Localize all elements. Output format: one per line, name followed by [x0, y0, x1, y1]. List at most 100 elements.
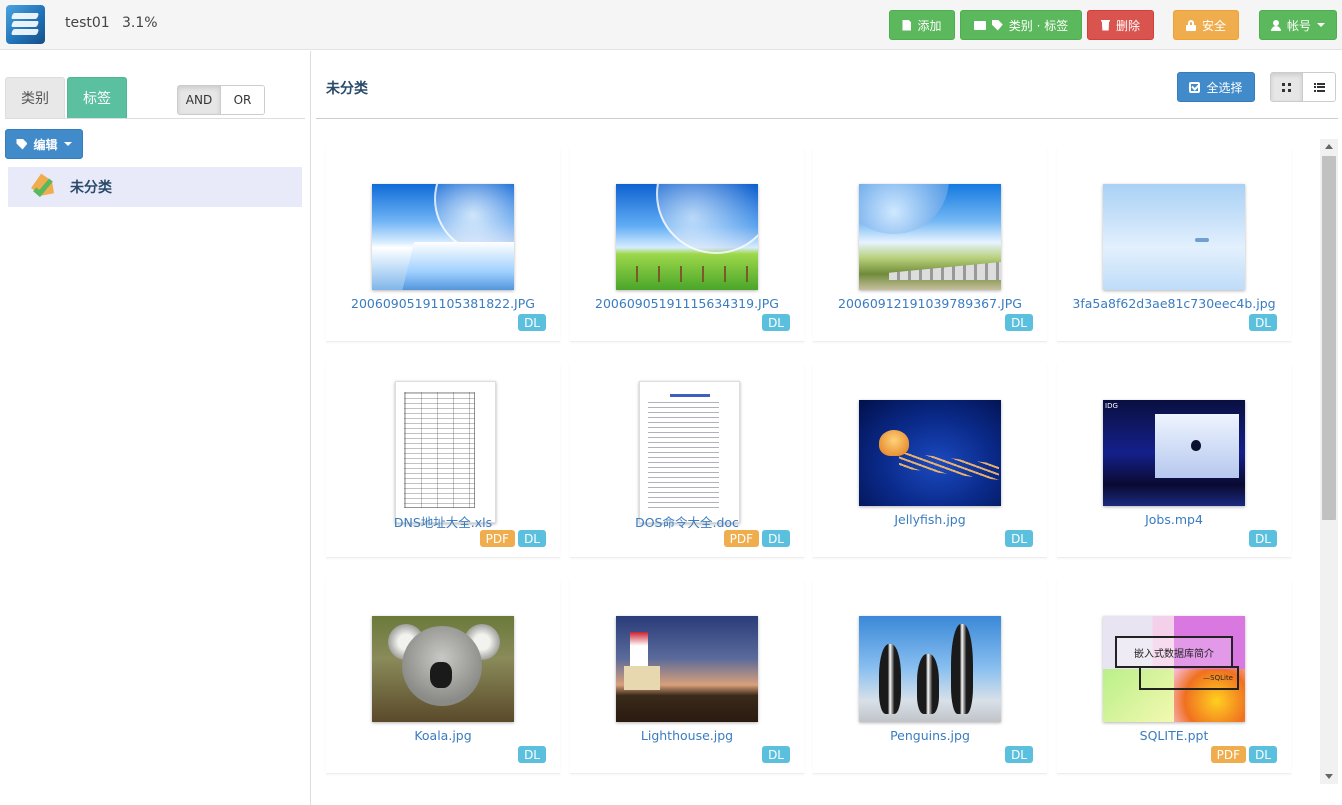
file-thumbnail[interactable] — [1103, 184, 1245, 290]
pdf-badge[interactable]: PDF — [479, 530, 516, 547]
trash-icon — [1100, 19, 1110, 31]
and-button[interactable]: AND — [178, 86, 221, 114]
download-badge[interactable]: DL — [1249, 746, 1277, 763]
add-button-label: 添加 — [917, 18, 942, 33]
download-badge[interactable]: DL — [1249, 314, 1277, 331]
thumb-logo-text: IDG — [1105, 402, 1118, 410]
category-tag-button-label: 类别 · 标签 — [1008, 18, 1069, 33]
file-name[interactable]: 20060912191039789367.JPG — [813, 296, 1047, 311]
file-thumbnail[interactable] — [639, 381, 740, 523]
tab-tag[interactable]: 标签 — [67, 77, 127, 119]
file-thumbnail[interactable] — [372, 184, 514, 290]
view-toggle — [1270, 72, 1336, 102]
storage-usage: 3.1% — [122, 15, 158, 31]
file-thumbnail[interactable] — [616, 184, 758, 290]
username: test01 — [65, 15, 110, 31]
file-name[interactable]: DOS命令大全.doc — [570, 512, 804, 531]
select-all-button[interactable]: 全选择 — [1177, 72, 1255, 102]
file-card[interactable]: IDG Jobs.mp4 DL — [1057, 362, 1291, 558]
folder-icon — [973, 20, 986, 30]
user-icon — [1270, 19, 1281, 31]
file-thumbnail[interactable] — [859, 616, 1001, 722]
file-card[interactable]: Koala.jpg DL — [326, 578, 560, 774]
security-button[interactable]: 安全 — [1173, 10, 1239, 40]
file-name[interactable]: SQLITE.ppt — [1057, 728, 1291, 743]
thumb-subtitle-text: —SQLite — [1139, 666, 1239, 690]
file-card[interactable]: 20060905191105381822.JPG DL — [326, 146, 560, 342]
scrollbar-thumb[interactable] — [1322, 156, 1336, 520]
file-card[interactable]: DOS命令大全.doc PDF DL — [570, 362, 804, 558]
pdf-badge[interactable]: PDF — [723, 530, 760, 547]
tag-icon — [991, 19, 1003, 31]
main-panel: 未分类 全选择 20060905191105381822.JPG DL 2006… — [312, 51, 1342, 805]
download-badge[interactable]: DL — [1005, 314, 1033, 331]
list-view-icon — [1313, 82, 1325, 92]
file-thumbnail[interactable] — [859, 184, 1001, 290]
grid-view-icon — [1282, 82, 1291, 92]
file-name[interactable]: DNS地址大全.xls — [326, 512, 560, 531]
file-name[interactable]: 20060905191115634319.JPG — [570, 296, 804, 311]
logic-toggle: AND OR — [177, 85, 265, 115]
file-name[interactable]: Jobs.mp4 — [1057, 512, 1291, 527]
app-logo-icon[interactable] — [6, 5, 45, 44]
download-badge[interactable]: DL — [762, 314, 790, 331]
account-button-label: 帐号 — [1286, 18, 1311, 33]
file-thumbnail[interactable] — [395, 381, 496, 523]
file-name[interactable]: Jellyfish.jpg — [813, 512, 1047, 527]
tag-icon — [16, 138, 28, 150]
file-name[interactable]: 3fa5a8f62d3ae81c730eec4b.jpg — [1057, 296, 1291, 311]
checkbox-icon — [1189, 81, 1201, 93]
delete-button[interactable]: 删除 — [1087, 10, 1154, 40]
download-badge[interactable]: DL — [762, 746, 790, 763]
list-view-button[interactable] — [1303, 73, 1335, 101]
download-badge[interactable]: DL — [518, 314, 546, 331]
download-badge[interactable]: DL — [1005, 530, 1033, 547]
file-name[interactable]: Lighthouse.jpg — [570, 728, 804, 743]
or-button[interactable]: OR — [221, 86, 264, 114]
file-card[interactable]: Lighthouse.jpg DL — [570, 578, 804, 774]
file-thumbnail[interactable] — [859, 400, 1001, 506]
file-card[interactable]: 嵌入式数据库简介 —SQLite SQLITE.ppt PDF DL — [1057, 578, 1291, 774]
file-thumbnail[interactable]: 嵌入式数据库简介 —SQLite — [1103, 616, 1245, 722]
download-badge[interactable]: DL — [1005, 746, 1033, 763]
security-button-label: 安全 — [1201, 18, 1226, 33]
file-card[interactable]: DNS地址大全.xls PDF DL — [326, 362, 560, 558]
tree-item-uncategorized[interactable]: 未分类 — [8, 167, 302, 207]
download-badge[interactable]: DL — [518, 746, 546, 763]
file-card[interactable]: Penguins.jpg DL — [813, 578, 1047, 774]
tree-item-label: 未分类 — [70, 180, 112, 196]
scroll-down-arrow-icon[interactable] — [1325, 774, 1333, 779]
divider — [316, 118, 1338, 119]
file-icon — [902, 19, 912, 31]
file-card[interactable]: 20060912191039789367.JPG DL — [813, 146, 1047, 342]
download-badge[interactable]: DL — [762, 530, 790, 547]
file-name[interactable]: Koala.jpg — [326, 728, 560, 743]
tab-category[interactable]: 类别 — [5, 77, 65, 119]
delete-button-label: 删除 — [1115, 18, 1140, 33]
edit-dropdown-button[interactable]: 编辑 — [5, 129, 83, 159]
vertical-scrollbar[interactable] — [1320, 139, 1338, 784]
download-badge[interactable]: DL — [518, 530, 546, 547]
tag-check-icon — [34, 174, 64, 200]
top-bar: test01 3.1% 添加 类别 · 标签 删除 安全 帐号 — [0, 0, 1342, 50]
apple-logo-icon — [1191, 440, 1201, 451]
file-thumbnail[interactable]: IDG — [1103, 400, 1245, 506]
select-all-label: 全选择 — [1206, 80, 1243, 95]
file-card[interactable]: 3fa5a8f62d3ae81c730eec4b.jpg DL — [1057, 146, 1291, 342]
download-badge[interactable]: DL — [1249, 530, 1277, 547]
file-card[interactable]: Jellyfish.jpg DL — [813, 362, 1047, 558]
pdf-badge[interactable]: PDF — [1210, 746, 1247, 763]
file-thumbnail[interactable] — [616, 616, 758, 722]
sidebar: 类别 标签 AND OR 编辑 未分类 — [0, 51, 311, 805]
file-name[interactable]: Penguins.jpg — [813, 728, 1047, 743]
add-button[interactable]: 添加 — [889, 10, 955, 40]
file-thumbnail[interactable] — [372, 616, 514, 722]
scroll-up-arrow-icon[interactable] — [1325, 144, 1333, 149]
category-tag-button[interactable]: 类别 · 标签 — [960, 10, 1082, 40]
caret-down-icon — [63, 142, 72, 146]
file-name[interactable]: 20060905191105381822.JPG — [326, 296, 560, 311]
page-title: 未分类 — [326, 81, 368, 97]
account-dropdown-button[interactable]: 帐号 — [1259, 10, 1337, 40]
grid-view-button[interactable] — [1271, 73, 1303, 101]
file-card[interactable]: 20060905191115634319.JPG DL — [570, 146, 804, 342]
